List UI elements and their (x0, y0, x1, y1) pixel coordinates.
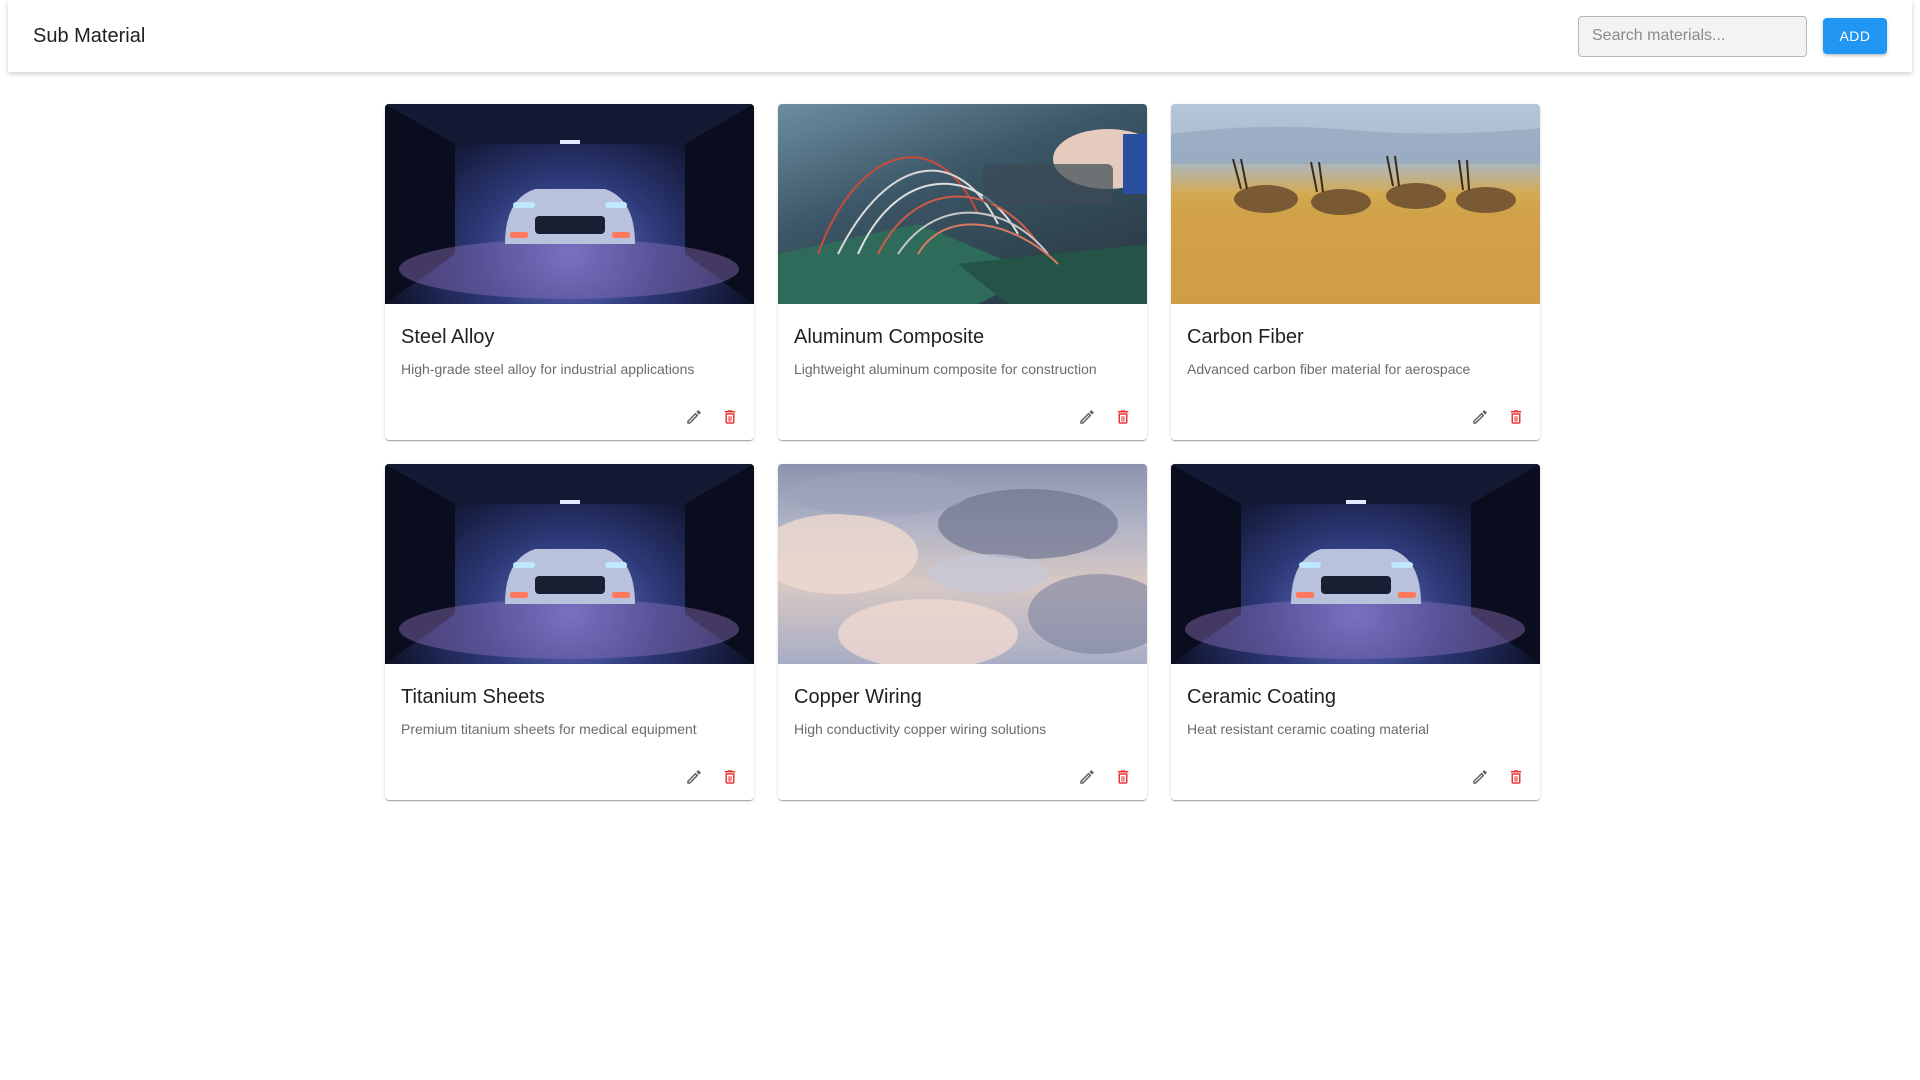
delete-button[interactable] (718, 405, 742, 429)
add-button[interactable]: ADD (1823, 18, 1887, 54)
material-card: Ceramic Coating Heat resistant ceramic c… (1171, 464, 1540, 800)
material-description: High conductivity copper wiring solution… (794, 721, 1047, 737)
material-image (1171, 464, 1540, 664)
pencil-icon (687, 770, 701, 784)
material-card: Titanium Sheets Premium titanium sheets … (385, 464, 754, 800)
material-name: Copper Wiring (794, 686, 922, 708)
edit-button[interactable] (682, 405, 706, 429)
card-actions (1075, 765, 1135, 789)
edit-button[interactable] (1468, 405, 1492, 429)
material-description: High-grade steel alloy for industrial ap… (401, 361, 695, 377)
pencil-icon (1473, 410, 1487, 424)
edit-button[interactable] (1075, 765, 1099, 789)
car-garage-photo (385, 104, 754, 304)
page-title: Sub Material (33, 24, 146, 47)
card-actions (1468, 405, 1528, 429)
pencil-icon (687, 410, 701, 424)
material-image (778, 104, 1147, 304)
material-description: Premium titanium sheets for medical equi… (401, 721, 697, 737)
pencil-icon (1080, 770, 1094, 784)
material-image (385, 464, 754, 664)
trash-icon (1117, 770, 1129, 784)
antelope-savanna-photo (1171, 126, 1540, 304)
materials-grid: Steel Alloy High-grade steel alloy for i… (385, 104, 1540, 800)
toolbar-actions: ADD (1578, 15, 1887, 57)
material-image (1171, 104, 1540, 304)
delete-button[interactable] (718, 765, 742, 789)
pencil-icon (1080, 410, 1094, 424)
material-name: Ceramic Coating (1187, 686, 1336, 708)
card-actions (682, 765, 742, 789)
trash-icon (1510, 770, 1522, 784)
material-card: Steel Alloy High-grade steel alloy for i… (385, 104, 754, 440)
card-actions (1075, 405, 1135, 429)
trash-icon (724, 770, 736, 784)
clouds-sky-photo (778, 472, 1147, 664)
trash-icon (724, 410, 736, 424)
card-actions (1468, 765, 1528, 789)
material-description: Advanced carbon fiber material for aeros… (1187, 361, 1471, 377)
car-garage-photo (385, 464, 754, 664)
delete-button[interactable] (1111, 405, 1135, 429)
edit-button[interactable] (1075, 405, 1099, 429)
car-garage-photo (1171, 464, 1540, 664)
trash-icon (1117, 410, 1129, 424)
material-image (385, 104, 754, 304)
search-input[interactable] (1578, 15, 1807, 57)
material-card: Carbon Fiber Advanced carbon fiber mater… (1171, 104, 1540, 440)
trash-icon (1510, 410, 1522, 424)
app-toolbar: Sub Material ADD (8, 0, 1912, 72)
material-name: Carbon Fiber (1187, 326, 1304, 348)
delete-button[interactable] (1504, 405, 1528, 429)
material-name: Steel Alloy (401, 326, 495, 348)
delete-button[interactable] (1111, 765, 1135, 789)
material-card: Copper Wiring High conductivity copper w… (778, 464, 1147, 800)
material-card: Aluminum Composite Lightweight aluminum … (778, 104, 1147, 440)
material-image (778, 464, 1147, 664)
material-description: Heat resistant ceramic coating material (1187, 721, 1429, 737)
edit-button[interactable] (682, 765, 706, 789)
delete-button[interactable] (1504, 765, 1528, 789)
material-name: Aluminum Composite (794, 326, 985, 348)
edit-button[interactable] (1468, 765, 1492, 789)
card-actions (682, 405, 742, 429)
pencil-icon (1473, 770, 1487, 784)
circuit-wires-photo (778, 129, 1147, 304)
material-name: Titanium Sheets (401, 686, 545, 708)
material-description: Lightweight aluminum composite for const… (794, 361, 1097, 377)
